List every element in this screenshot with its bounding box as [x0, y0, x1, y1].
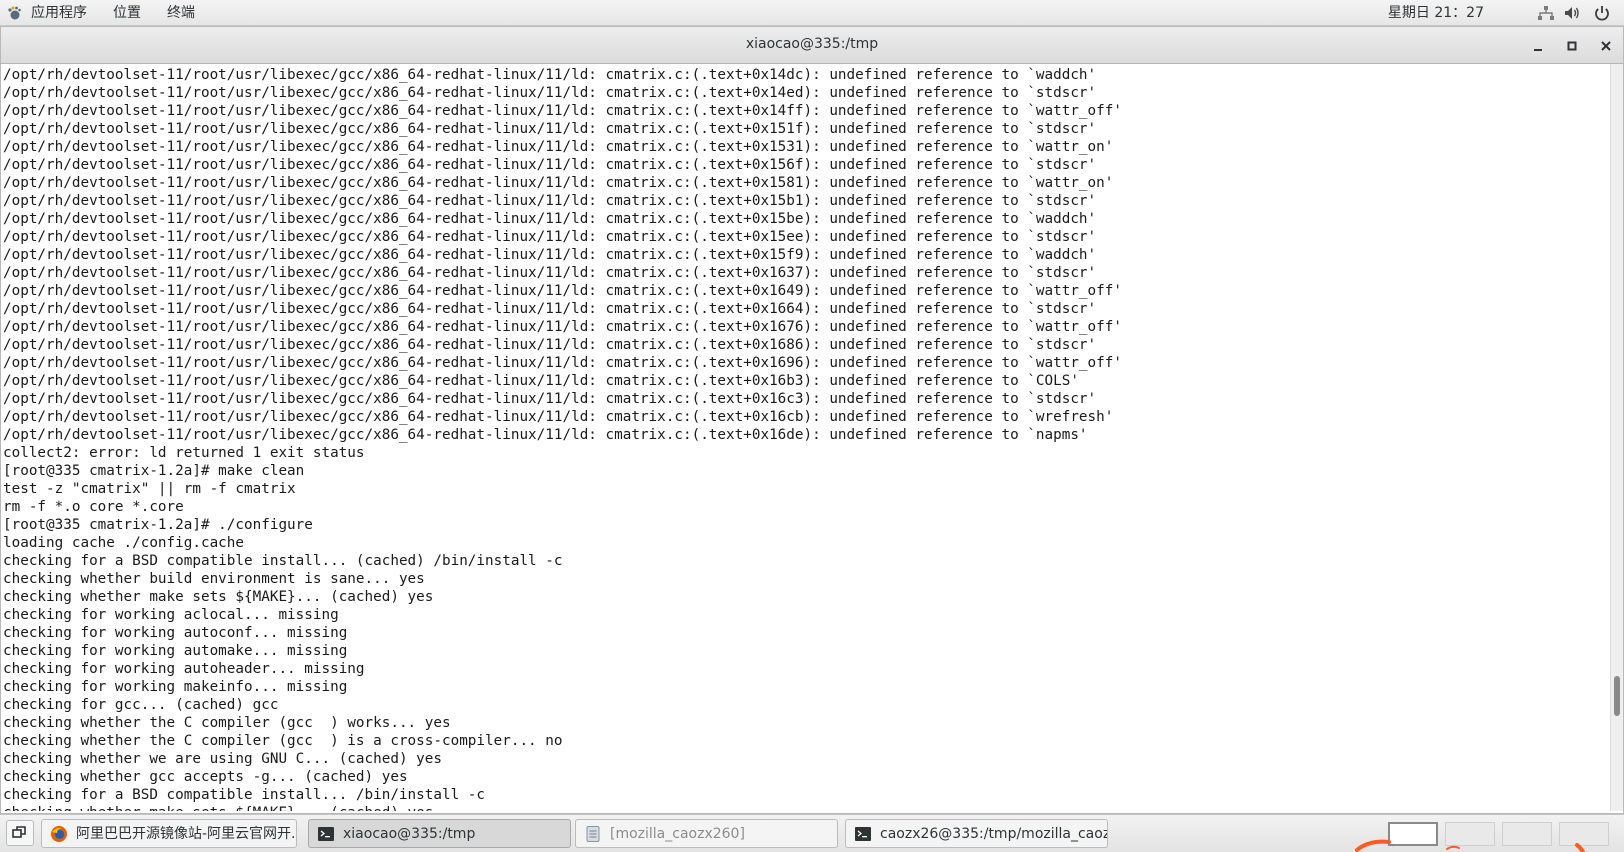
maximize-icon[interactable] [1562, 36, 1582, 56]
file-manager-icon [586, 826, 600, 842]
terminal-line: checking whether build environment is sa… [3, 571, 425, 587]
terminal-line: checking whether the C compiler (gcc ) i… [3, 733, 563, 749]
firefox-icon [51, 826, 67, 842]
terminal-line: checking for gcc... (cached) gcc [3, 697, 279, 713]
terminal-line: /opt/rh/devtoolset-11/root/usr/libexec/g… [3, 319, 1122, 335]
terminal-line: checking for working makeinfo... missing [3, 679, 348, 695]
terminal-line: /opt/rh/devtoolset-11/root/usr/libexec/g… [3, 175, 1114, 191]
terminal-line: /opt/rh/devtoolset-11/root/usr/libexec/g… [3, 373, 1079, 389]
terminal-line: checking for working automake... missing [3, 643, 348, 659]
scrollbar-thumb[interactable] [1614, 676, 1620, 716]
terminal-line: /opt/rh/devtoolset-11/root/usr/libexec/g… [3, 193, 1097, 209]
terminal-line: /opt/rh/devtoolset-11/root/usr/libexec/g… [3, 247, 1097, 263]
workspace-1[interactable] [1388, 822, 1438, 846]
terminal-line: /opt/rh/devtoolset-11/root/usr/libexec/g… [3, 265, 1097, 281]
show-desktop-button[interactable] [6, 820, 34, 846]
terminal-line: checking for working autoheader... missi… [3, 661, 365, 677]
terminal-line: /opt/rh/devtoolset-11/root/usr/libexec/g… [3, 283, 1122, 299]
terminal-line: /opt/rh/devtoolset-11/root/usr/libexec/g… [3, 85, 1097, 101]
task-label: [mozilla_caozx260] [610, 826, 745, 842]
terminal-output[interactable]: /opt/rh/devtoolset-11/root/usr/libexec/g… [3, 66, 1607, 811]
minimize-icon[interactable] [1528, 36, 1548, 56]
task-firefox[interactable]: 阿里巴巴开源镜像站-阿里云官网开... [41, 819, 297, 848]
bottom-panel: 阿里巴巴开源镜像站-阿里云官网开... xiaocao@335:/tmp [mo… [0, 814, 1624, 852]
terminal-line: /opt/rh/devtoolset-11/root/usr/libexec/g… [3, 337, 1097, 353]
terminal-line: checking for a BSD compatible install...… [3, 787, 486, 803]
terminal-line: /opt/rh/devtoolset-11/root/usr/libexec/g… [3, 139, 1114, 155]
task-label: 阿里巴巴开源镜像站-阿里云官网开... [76, 826, 297, 842]
terminal-line: /opt/rh/devtoolset-11/root/usr/libexec/g… [3, 103, 1122, 119]
window-titlebar[interactable]: xiaocao@335:/tmp [1, 27, 1623, 64]
task-label: xiaocao@335:/tmp [343, 826, 476, 842]
power-icon[interactable] [1593, 4, 1611, 22]
terminal-line: [root@335 cmatrix-1.2a]# make clean [3, 463, 305, 479]
top-panel: 应用程序 位置 终端 星期日 21：27 [0, 0, 1624, 26]
terminal-window: xiaocao@335:/tmp /opt/rh/devtoolset-11/r… [0, 26, 1624, 814]
close-icon[interactable] [1596, 36, 1616, 56]
task-terminal-xiaocao[interactable]: xiaocao@335:/tmp [308, 819, 571, 848]
terminal-line: checking whether make sets ${MAKE}... (c… [3, 589, 434, 605]
terminal-icon [855, 827, 871, 841]
terminal-line: /opt/rh/devtoolset-11/root/usr/libexec/g… [3, 229, 1097, 245]
terminal-line: checking for a BSD compatible install...… [3, 553, 563, 569]
menu-applications[interactable]: 应用程序 [31, 3, 87, 23]
terminal-line: checking whether gcc accepts -g... (cach… [3, 769, 408, 785]
terminal-line: checking whether we are using GNU C... (… [3, 751, 442, 767]
terminal-line: checking whether the C compiler (gcc ) w… [3, 715, 451, 731]
terminal-line: collect2: error: ld returned 1 exit stat… [3, 445, 365, 461]
terminal-line: test -z "cmatrix" || rm -f cmatrix [3, 481, 296, 497]
terminal-line: checking for working aclocal... missing [3, 607, 339, 623]
terminal-line: /opt/rh/devtoolset-11/root/usr/libexec/g… [3, 301, 1097, 317]
menu-places[interactable]: 位置 [113, 3, 141, 23]
show-desktop-icon [12, 826, 26, 838]
terminal-line: checking whether make sets ${MAKE}... (c… [3, 804, 1607, 811]
network-icon[interactable] [1537, 4, 1555, 22]
task-terminal-caozx26[interactable]: caozx26@335:/tmp/mozilla_caozx··· [845, 819, 1108, 848]
clock[interactable]: 星期日 21：27 [1388, 3, 1484, 23]
terminal-line: /opt/rh/devtoolset-11/root/usr/libexec/g… [3, 121, 1097, 137]
workspace-4[interactable] [1559, 822, 1609, 846]
terminal-scrollbar[interactable] [1610, 64, 1623, 811]
task-file-manager[interactable]: [mozilla_caozx260] [575, 819, 838, 848]
terminal-line: /opt/rh/devtoolset-11/root/usr/libexec/g… [3, 409, 1114, 425]
terminal-line: rm -f *.o core *.core [3, 499, 184, 515]
window-title: xiaocao@335:/tmp [745, 36, 879, 52]
terminal-line: loading cache ./config.cache [3, 535, 245, 551]
task-label: caozx26@335:/tmp/mozilla_caozx··· [880, 826, 1108, 842]
terminal-line: /opt/rh/devtoolset-11/root/usr/libexec/g… [3, 157, 1097, 173]
terminal-line: checking for working autoconf... missing [3, 625, 348, 641]
terminal-line: /opt/rh/devtoolset-11/root/usr/libexec/g… [3, 355, 1122, 371]
terminal-line: /opt/rh/devtoolset-11/root/usr/libexec/g… [3, 211, 1097, 227]
volume-icon[interactable] [1563, 4, 1581, 22]
workspace-2[interactable] [1445, 822, 1495, 846]
menu-terminal[interactable]: 终端 [167, 3, 195, 23]
gnome-foot-icon[interactable] [6, 5, 22, 21]
terminal-line: /opt/rh/devtoolset-11/root/usr/libexec/g… [3, 391, 1097, 407]
workspace-3[interactable] [1502, 822, 1552, 846]
terminal-icon [318, 827, 334, 841]
terminal-line: /opt/rh/devtoolset-11/root/usr/libexec/g… [3, 67, 1097, 83]
terminal-line: [root@335 cmatrix-1.2a]# ./configure [3, 517, 313, 533]
terminal-line: /opt/rh/devtoolset-11/root/usr/libexec/g… [3, 427, 1088, 443]
